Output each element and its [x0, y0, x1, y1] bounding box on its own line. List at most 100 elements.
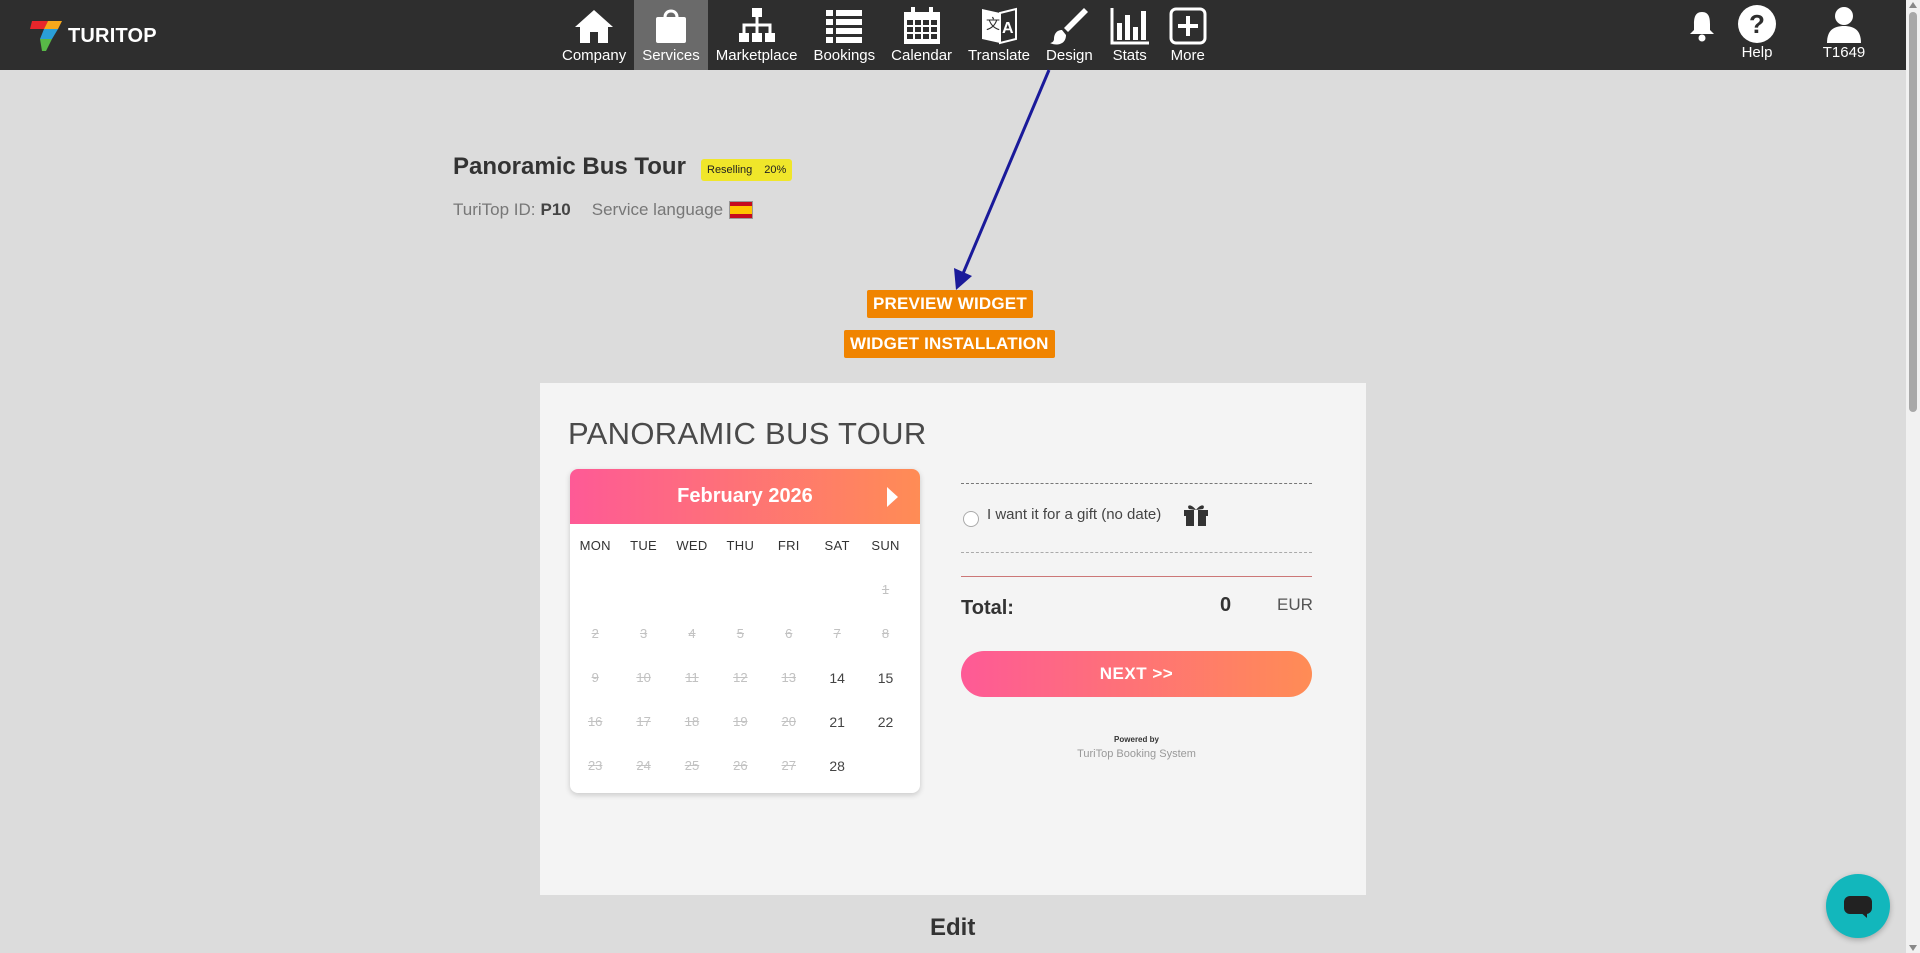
user-menu[interactable]: T1649 [1814, 0, 1874, 61]
scroll-thumb[interactable] [1909, 12, 1917, 412]
gift-label[interactable]: I want it for a gift (no date) [987, 506, 1161, 523]
calendar-day: 6 [785, 626, 793, 641]
calendar-day: 20 [781, 714, 796, 729]
calendar-day: 2 [591, 626, 599, 641]
scroll-up-arrow-icon[interactable] [1909, 2, 1917, 8]
weekday-label: MON [579, 538, 611, 553]
calendar-day [571, 568, 619, 612]
help-icon: ? [1738, 5, 1776, 43]
calendar-day: 23 [587, 758, 603, 773]
calendar-header: February 2026 [570, 469, 920, 524]
nav-company[interactable]: Company [554, 0, 634, 70]
service-language-label: Service language [591, 200, 724, 219]
turitop-logo[interactable]: TURITOP [30, 19, 157, 53]
scroll-down-arrow-icon[interactable] [1909, 945, 1917, 951]
widget-title: PANORAMIC BUS TOUR [568, 416, 927, 451]
calendar-day [668, 568, 716, 612]
header-tools: ? Help T1649 [1676, 0, 1906, 70]
turitop-logo-icon [30, 21, 62, 51]
nav-design-label: Design [1046, 47, 1093, 64]
total-separator [961, 576, 1312, 577]
edit-heading: Edit [930, 914, 976, 941]
svg-text:A: A [1002, 20, 1014, 37]
logo-text: TURITOP [68, 24, 157, 47]
nav-stats[interactable]: Stats [1101, 0, 1159, 70]
calendar-day [765, 568, 813, 612]
calendar-day: 8 [881, 626, 890, 641]
list-icon [826, 10, 863, 43]
nav-translate[interactable]: A文 Translate [960, 0, 1038, 70]
reselling-badge-label: Reselling [707, 164, 753, 176]
bar-chart-icon [1110, 8, 1149, 45]
calendar-icon [903, 7, 940, 44]
weekday-label: FRI [777, 538, 800, 553]
svg-text:?: ? [1749, 9, 1765, 39]
calendar-day: 9 [591, 670, 599, 685]
calendar-day [716, 568, 764, 612]
preview-widget-button[interactable]: PREVIEW WIDGET [867, 290, 1033, 318]
calendar-day: 27 [781, 758, 796, 773]
calendar-week-row: 9 10 11 12 13 14 15 [570, 656, 920, 700]
widget-installation-button[interactable]: WIDGET INSTALLATION [844, 330, 1055, 358]
calendar-day: 18 [684, 714, 700, 729]
help-button[interactable]: ? Help [1732, 0, 1782, 61]
home-icon [575, 10, 614, 43]
nav-marketplace-label: Marketplace [715, 47, 798, 64]
weekday-label: SAT [824, 538, 850, 553]
notifications-button[interactable] [1688, 0, 1716, 44]
booking-widget-preview: PANORAMIC BUS TOUR February 2026 MON TUE W… [540, 383, 1366, 895]
nav-design[interactable]: Design [1038, 0, 1101, 70]
calendar-week-row: 1 [570, 568, 920, 612]
main-nav: Company Services Marketplace Bookings Ca… [554, 0, 1217, 70]
calendar-day-available[interactable]: 28 [813, 744, 861, 788]
calendar-day: 10 [636, 670, 651, 685]
nav-bookings[interactable]: Bookings [805, 0, 883, 70]
weekday-label: THU [726, 538, 755, 553]
calendar-day-available[interactable]: 15 [861, 656, 909, 700]
weekday-label: SUN [871, 538, 900, 553]
next-button[interactable]: NEXT >> [961, 651, 1312, 697]
calendar-day-available[interactable]: 14 [813, 656, 861, 700]
chat-button[interactable] [1826, 874, 1890, 938]
paintbrush-icon [1050, 8, 1089, 45]
calendar-day-available[interactable]: 21 [813, 700, 861, 744]
chat-bubble-tail [1859, 911, 1867, 918]
gift-icon [1184, 505, 1208, 526]
nav-marketplace[interactable]: Marketplace [708, 0, 806, 70]
powered-by-system[interactable]: TuriTop Booking System [961, 748, 1312, 760]
bell-icon [1690, 12, 1714, 42]
calendar-grid: MON TUE WED THU FRI SAT SUN 1 2 3 4 5 6 7 8 9 10 11 12 13 14… [570, 524, 920, 788]
plus-square-icon [1169, 7, 1207, 45]
reselling-badge: Reselling 20% [701, 159, 793, 181]
calendar-day: 17 [636, 714, 651, 729]
user-label: T1649 [1822, 44, 1866, 61]
calendar-month-label: February 2026 [677, 485, 813, 507]
weekday-label: TUE [630, 538, 658, 553]
weekday-row: MON TUE WED THU FRI SAT SUN [570, 524, 920, 568]
total-currency: EUR [1277, 595, 1313, 614]
nav-services-label: Services [642, 47, 700, 64]
spain-flag-icon[interactable] [729, 201, 754, 219]
calendar-day: 16 [587, 714, 603, 729]
calendar-day: 12 [733, 670, 748, 685]
top-navigation-bar: TURITOP Company Services Marketplace Boo… [0, 0, 1906, 70]
weekday-label: WED [676, 538, 708, 553]
powered-by-label: Powered by [1114, 735, 1159, 744]
next-month-arrow-icon[interactable] [887, 487, 898, 507]
calendar-day [813, 568, 861, 612]
calendar-day: 11 [685, 670, 699, 685]
service-title: Panoramic Bus Tour [453, 153, 686, 180]
calendar-day: 24 [636, 758, 651, 773]
page-scrollbar[interactable] [1906, 0, 1920, 953]
nav-translate-label: Translate [968, 47, 1031, 64]
gift-radio[interactable] [963, 511, 979, 527]
service-meta: TuriTop ID: P10 Service language [453, 200, 754, 220]
calendar-day-available[interactable]: 22 [861, 700, 909, 744]
nav-services[interactable]: Services [634, 0, 708, 70]
nav-more[interactable]: More [1159, 0, 1217, 70]
calendar-day: 26 [733, 758, 748, 773]
turitop-id-label: TuriTop ID: [453, 200, 536, 219]
nav-calendar[interactable]: Calendar [883, 0, 960, 70]
booking-calendar: February 2026 MON TUE WED THU FRI SAT SUN 1 2 3 4 5… [570, 469, 920, 793]
gift-option: I want it for a gift (no date) [961, 483, 1312, 553]
